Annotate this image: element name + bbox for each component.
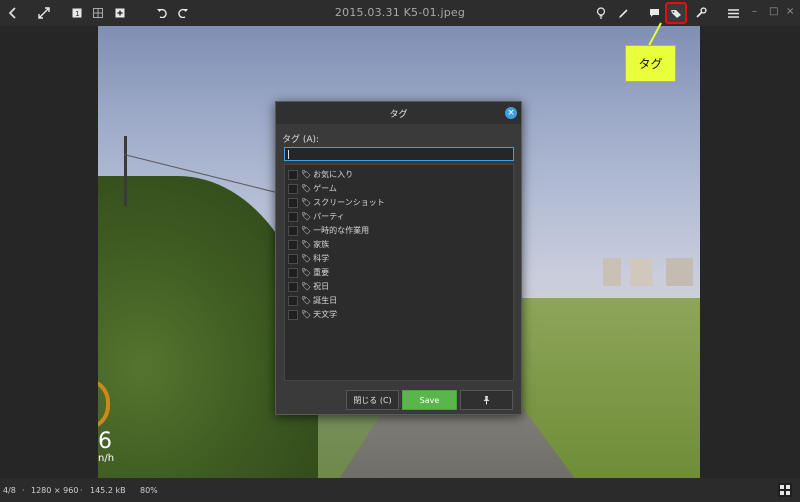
tag-icon: 🏷 [301, 296, 312, 305]
tag-label: 誕生日 [313, 296, 338, 305]
lightbulb-icon[interactable] [590, 0, 612, 26]
tag-label: 重要 [313, 268, 330, 277]
tag-checkbox[interactable] [288, 169, 298, 180]
dialog-close-icon[interactable]: × [505, 107, 517, 119]
hud-unit: n/h [98, 453, 115, 464]
tag-checkbox[interactable] [288, 183, 298, 194]
tag-label: 科学 [313, 254, 330, 263]
tag-icon: 🏷 [301, 268, 312, 277]
tag-list-item[interactable]: 🏷 家族 [288, 238, 329, 251]
tag-checkbox[interactable] [288, 295, 298, 306]
image-index: 4/8 [3, 486, 16, 495]
minimize-button[interactable]: – [752, 6, 757, 17]
tag-label: スクリーンショット [313, 198, 385, 207]
tag-label: 一時的な作業用 [313, 226, 370, 235]
photo-buildings [603, 258, 693, 286]
tag-list-item[interactable]: 🏷 スクリーンショット [288, 196, 385, 209]
zoom-level: 80% [140, 486, 158, 495]
view-1-icon[interactable]: 1 [66, 0, 88, 26]
status-separator: · [80, 486, 83, 495]
tag-list: 🏷 お気に入り 🏷 ゲーム 🏷 スクリーンショット 🏷 パーティ 🏷 一時的な作業用 🏷 家族 🏷 科学 🏷… [284, 164, 514, 381]
tag-icon: 🏷 [301, 240, 312, 249]
save-button[interactable]: Save [402, 390, 457, 410]
tag-icon: 🏷 [301, 226, 312, 235]
text-caret [288, 150, 289, 159]
tag-icon: 🏷 [301, 310, 312, 319]
maximize-button[interactable]: □ [769, 6, 778, 17]
tag-icon: 🏷 [301, 198, 312, 207]
tag-list-item[interactable]: 🏷 ゲーム [288, 182, 337, 195]
dialog-footer: 閉じる (C) Save [276, 387, 521, 414]
tag-checkbox[interactable] [288, 225, 298, 236]
tag-list-item[interactable]: 🏷 天文学 [288, 308, 337, 321]
tag-label: 家族 [313, 240, 330, 249]
tag-label: 祝日 [313, 282, 330, 291]
hud-number: 6 [98, 429, 112, 454]
wrench-icon[interactable] [690, 0, 712, 26]
tag-checkbox[interactable] [288, 309, 298, 320]
tag-label: ゲーム [313, 184, 337, 193]
photo-pole [124, 136, 127, 206]
pencil-icon[interactable] [612, 0, 634, 26]
pin-button[interactable] [460, 390, 513, 410]
tag-label: 天文学 [313, 310, 338, 319]
menu-icon[interactable] [722, 0, 744, 26]
tag-checkbox[interactable] [288, 211, 298, 222]
tag-label: パーティ [313, 212, 345, 221]
status-separator: · [22, 486, 25, 495]
tag-list-item[interactable]: 🏷 科学 [288, 252, 329, 265]
tag-list-item[interactable]: 🏷 一時的な作業用 [288, 224, 369, 237]
tag-input[interactable] [284, 147, 514, 161]
view-grid-icon[interactable] [87, 0, 109, 26]
image-dimensions: 1280 × 960 [31, 486, 79, 495]
tag-label: お気に入り [313, 170, 354, 179]
tag-list-item[interactable]: 🏷 誕生日 [288, 294, 337, 307]
dialog-header: タグ × [276, 102, 521, 124]
tag-list-item[interactable]: 🏷 重要 [288, 266, 329, 279]
tag-field-label: タグ (A): [282, 135, 320, 145]
top-toolbar: 1 2015.03.31 K5-01.jpeg – □ × [0, 0, 800, 26]
comment-icon[interactable] [643, 0, 665, 26]
tag-checkbox[interactable] [288, 253, 298, 264]
redo-icon[interactable] [172, 0, 194, 26]
tag-checkbox[interactable] [288, 197, 298, 208]
back-icon[interactable] [2, 0, 24, 26]
tag-icon: 🏷 [301, 184, 312, 193]
tag-icon: 🏷 [301, 254, 312, 263]
tag-icon: 🏷 [301, 282, 312, 291]
close-button[interactable]: 閉じる (C) [346, 390, 399, 410]
view-plus-icon[interactable] [109, 0, 131, 26]
close-window-button[interactable]: × [786, 6, 794, 17]
tag-icon: 🏷 [301, 212, 312, 221]
tag-list-item[interactable]: 🏷 祝日 [288, 280, 329, 293]
tag-list-item[interactable]: 🏷 お気に入り [288, 168, 353, 181]
tag-checkbox[interactable] [288, 267, 298, 278]
file-size: 145.2 kB [90, 486, 126, 495]
undo-icon[interactable] [151, 0, 173, 26]
grid-view-button[interactable] [778, 483, 792, 497]
tag-callout: タグ [625, 45, 676, 82]
dialog-title: タグ [389, 110, 408, 120]
tag-icon[interactable] [665, 0, 687, 26]
fullscreen-icon[interactable] [33, 0, 55, 26]
svg-text:1: 1 [75, 10, 79, 18]
tag-list-item[interactable]: 🏷 パーティ [288, 210, 345, 223]
status-bar: 4/8 · 1280 × 960 · 145.2 kB 80% [0, 478, 800, 502]
tag-dialog: タグ × タグ (A): 🏷 お気に入り 🏷 ゲーム 🏷 スクリーンショット 🏷 パーティ 🏷 一… [275, 101, 522, 415]
pin-icon [483, 396, 490, 405]
tag-checkbox[interactable] [288, 239, 298, 250]
tag-checkbox[interactable] [288, 281, 298, 292]
tag-icon: 🏷 [301, 170, 312, 179]
